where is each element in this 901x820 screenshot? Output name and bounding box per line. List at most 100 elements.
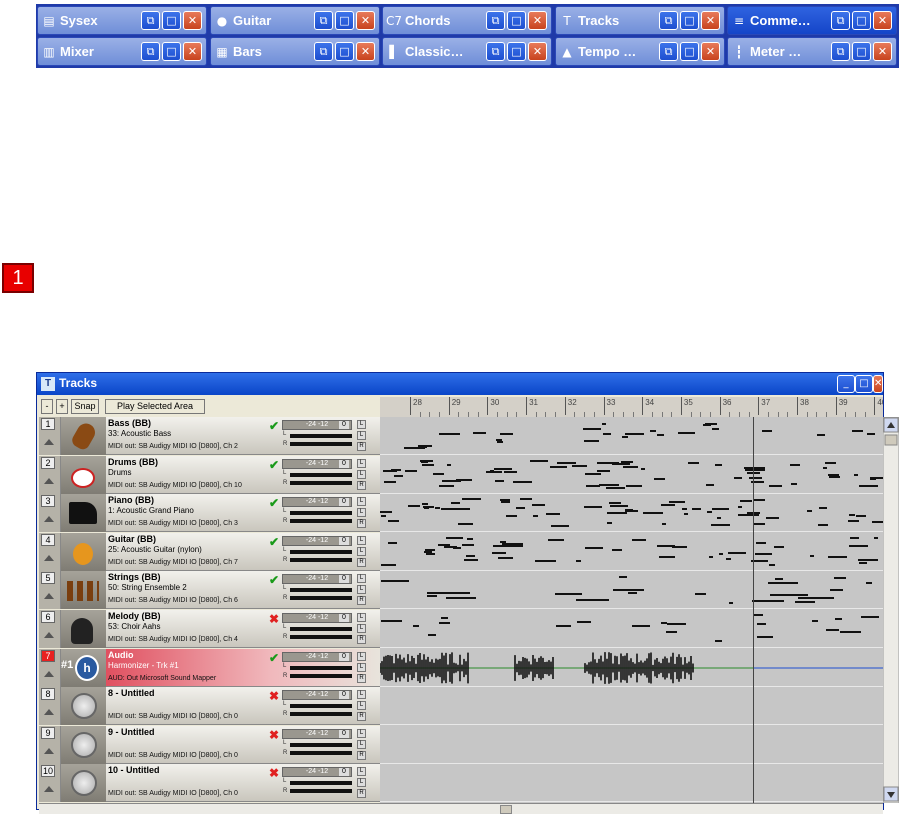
track-option-button[interactable]: L [357, 613, 366, 622]
track-instrument-icon[interactable] [61, 687, 106, 726]
minimized-window-sysex[interactable]: ▤ Sysex ⧉ □ ✕ [37, 6, 207, 35]
track-info[interactable]: Audio Harmonizer - Trk #1 AUD: Out Microso… [106, 648, 380, 687]
note-event[interactable] [812, 620, 818, 622]
restore-button[interactable]: ⧉ [831, 42, 850, 61]
note-event[interactable] [609, 502, 621, 505]
note-event[interactable] [576, 599, 609, 602]
track-number[interactable]: 7 [41, 649, 55, 662]
note-event[interactable] [500, 540, 506, 543]
restore-button[interactable]: ⧉ [314, 11, 333, 30]
track-number[interactable]: 8 [41, 688, 55, 701]
track-info[interactable]: 9 - Untitled MIDI out: SB Audigy MIDI IO … [106, 725, 380, 764]
restore-button[interactable]: ⧉ [141, 42, 160, 61]
track-number[interactable]: 5 [41, 572, 55, 585]
note-event[interactable] [769, 563, 775, 566]
note-event[interactable] [712, 428, 719, 430]
track-instrument-icon[interactable] [61, 417, 106, 455]
check-icon[interactable]: ✔ [269, 573, 279, 587]
volume-slider[interactable]: -24 -12 0 [282, 690, 352, 701]
track-option-button[interactable]: L [357, 585, 366, 595]
track-instrument-icon[interactable] [61, 610, 106, 648]
note-event[interactable] [752, 600, 784, 603]
timeline-lane-10[interactable] [380, 764, 883, 803]
maximize-button[interactable]: □ [507, 42, 526, 61]
track-row-4[interactable]: 4 Guitar (BB) 25: Acoustic Guitar (nylon) M… [39, 532, 380, 571]
check-icon[interactable]: ✔ [269, 496, 279, 510]
track-option-button[interactable]: L [357, 431, 366, 440]
note-event[interactable] [619, 576, 627, 579]
note-event[interactable] [669, 501, 685, 504]
note-event[interactable] [828, 555, 847, 558]
note-event[interactable] [848, 520, 859, 523]
track-option-button[interactable]: R [357, 673, 366, 683]
track-option-button[interactable]: L [357, 458, 366, 468]
track-instrument-icon[interactable]: #1 h [61, 648, 106, 687]
note-event[interactable] [497, 441, 503, 443]
note-event[interactable] [849, 514, 855, 517]
note-event[interactable] [388, 520, 399, 523]
note-event[interactable] [388, 541, 397, 544]
minimized-window-chords[interactable]: C7 Chords ⧉ □ ✕ [382, 6, 552, 35]
note-event[interactable] [749, 476, 762, 479]
note-event[interactable] [381, 515, 386, 518]
note-event[interactable] [453, 546, 461, 549]
note-event[interactable] [464, 558, 478, 561]
close-button[interactable]: ✕ [356, 11, 375, 30]
expand-arrow-icon[interactable] [44, 554, 54, 561]
cross-icon[interactable]: ✖ [269, 766, 279, 780]
note-event[interactable] [791, 482, 797, 485]
note-event[interactable] [501, 501, 510, 504]
note-event[interactable] [380, 511, 392, 514]
maximize-button[interactable]: □ [507, 11, 526, 30]
note-event[interactable] [798, 597, 834, 600]
note-event[interactable] [424, 507, 429, 510]
note-event[interactable] [818, 524, 828, 527]
note-event[interactable] [628, 592, 637, 595]
note-event[interactable] [754, 499, 765, 502]
note-event[interactable] [556, 625, 571, 627]
bar-ruler[interactable]: 28 29 30 31 32 33 34 35 36 37 38 39 40 [380, 397, 883, 418]
maximize-button[interactable]: □ [335, 42, 354, 61]
track-number[interactable]: 2 [41, 456, 55, 469]
timeline-lane-5[interactable] [380, 571, 883, 610]
note-event[interactable] [770, 594, 808, 597]
zoom-in-button[interactable]: + [56, 399, 68, 414]
track-row-2[interactable]: 2 Drums (BB) Drums MIDI out: SB Audigy MIDI… [39, 455, 380, 494]
close-button[interactable]: ✕ [528, 42, 547, 61]
vertical-scrollbar-graphic[interactable] [882, 416, 900, 804]
note-event[interactable] [717, 517, 721, 520]
note-event[interactable] [823, 466, 827, 469]
check-icon[interactable]: ✔ [269, 651, 279, 665]
note-event[interactable] [662, 523, 666, 526]
note-event[interactable] [462, 498, 481, 501]
note-event[interactable] [632, 625, 650, 627]
note-event[interactable] [774, 545, 784, 548]
track-info[interactable]: Piano (BB) 1: Acoustic Grand Piano MIDI ou… [106, 494, 380, 533]
minimized-window-classic[interactable]: ▌ Classic… ⧉ □ ✕ [382, 37, 552, 66]
note-event[interactable] [610, 505, 628, 508]
note-event[interactable] [613, 589, 644, 592]
close-button[interactable]: ✕ [183, 11, 202, 30]
track-row-7[interactable]: 7 #1 h Audio Harmonizer - Trk #1 AUD: Out Mic… [39, 648, 380, 687]
note-event[interactable] [810, 554, 814, 557]
note-event[interactable] [826, 629, 839, 631]
check-icon[interactable]: ✔ [269, 535, 279, 549]
note-event[interactable] [506, 515, 517, 518]
note-event[interactable] [607, 512, 627, 515]
track-instrument-icon[interactable] [61, 571, 106, 610]
timeline-lane-8[interactable] [380, 687, 883, 726]
minimized-window-mixer[interactable]: ▥ Mixer ⧉ □ ✕ [37, 37, 207, 66]
minimized-window-bars[interactable]: ▦ Bars ⧉ □ ✕ [210, 37, 380, 66]
maximize-button[interactable]: □ [162, 11, 181, 30]
maximize-button[interactable]: □ [162, 42, 181, 61]
snap-button[interactable]: Snap [71, 399, 99, 414]
track-row-9[interactable]: 9 9 - Untitled MIDI out: SB Audigy MIDI IO… [39, 725, 380, 764]
close-button[interactable]: ✕ [701, 42, 720, 61]
note-event[interactable] [585, 546, 603, 549]
close-button[interactable]: ✕ [873, 375, 883, 393]
note-event[interactable] [682, 508, 687, 511]
track-option-button[interactable]: R [357, 789, 366, 799]
note-event[interactable] [602, 423, 606, 425]
note-event[interactable] [715, 463, 722, 466]
minimized-window-guitar[interactable]: ● Guitar ⧉ □ ✕ [210, 6, 380, 35]
